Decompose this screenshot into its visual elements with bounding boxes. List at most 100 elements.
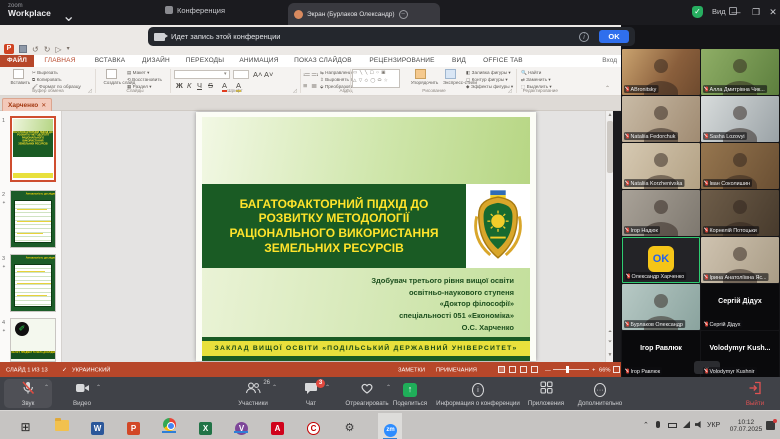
meeting-info-button[interactable]: i Информация о конференции [428,379,528,408]
close-icon[interactable]: ✕ [41,102,46,109]
reset-button[interactable]: ⟲ Восстановить [127,77,162,82]
zoom-taskbar-button[interactable]: zm [378,413,402,439]
save-icon[interactable] [19,45,27,53]
maximize-button[interactable]: ❐ [748,0,764,25]
tray-battery-icon[interactable] [668,423,677,439]
notes-button[interactable]: ЗАМЕТКИ [398,364,425,375]
minimize-share-icon[interactable]: − [399,10,408,19]
participant-tile-active[interactable]: OK Олександр Харченко [622,237,700,283]
participant-tile[interactable]: Бурлаков Олександр [622,284,700,330]
tray-network-icon[interactable] [683,421,690,439]
tab-office-tab[interactable]: OFFICE TAB [474,55,532,67]
fit-to-window-icon[interactable] [613,366,620,373]
tab-view[interactable]: ВИД [444,55,474,67]
sign-in-link[interactable]: Вход [602,55,617,67]
tray-expand-chevron[interactable]: ⌃ [643,411,649,439]
audio-button[interactable]: ⌃ Звук [4,379,52,408]
thumbnail-slide-2[interactable]: Актуальність дослідження [10,190,56,248]
video-button[interactable]: ⌃ Видео [58,379,106,408]
notification-center-icon[interactable] [766,421,775,439]
participant-tile[interactable]: Nataliia Korzhenivska [622,143,700,189]
new-slide-button[interactable]: Создать слайд [98,68,124,88]
word-icon[interactable]: W [90,418,105,433]
align-center-icon[interactable]: ≣ [311,81,317,90]
strikethrough-button[interactable]: S [208,81,213,90]
language-indicator[interactable]: УКРАИНСКИЙ [72,364,110,375]
quick-styles-button[interactable]: Экспресс-стили [438,68,462,88]
cut-button[interactable]: ✂ Вырезать [32,70,58,75]
slide-sorter-view-icon[interactable] [509,366,516,373]
participant-tile[interactable]: Алла Дмитрівна Чик... [701,49,779,95]
tab-conference[interactable]: Конференция [165,6,225,15]
zoom-workplace-menu[interactable]: zoom Workplace [8,3,51,18]
collapse-ribbon-icon[interactable]: ⌃ [605,85,610,92]
file-explorer-icon[interactable] [54,418,69,433]
scroll-up-icon[interactable]: ▲ [606,112,614,118]
normal-view-icon[interactable] [498,366,505,373]
thumbnail-slide-3[interactable]: Актуальність дослідження [10,254,56,312]
viber-icon[interactable]: V [234,418,249,433]
ok-button[interactable]: OK [599,30,629,43]
tab-home[interactable]: ГЛАВНАЯ [34,55,86,67]
layout-button[interactable]: ▤ Макет ▾ [127,70,149,75]
qat-customize-icon[interactable]: ▾ [67,45,70,54]
tray-language[interactable]: УКР [707,411,720,439]
bold-button[interactable]: Ж [176,81,183,90]
tray-clock[interactable]: 10:12 07.07.2025 [726,419,766,439]
tab-transitions[interactable]: ПЕРЕХОДЫ [178,55,232,67]
participant-tile[interactable]: Ігор Надюк [622,190,700,236]
shrink-font-icon[interactable]: А˅ [264,70,273,79]
participant-tile[interactable]: Ігор Равлюк Ігор Равлюк [622,331,700,377]
zoom-out-icon[interactable]: — [545,364,551,375]
red-c-app-icon[interactable]: C [306,418,321,433]
more-button[interactable]: ··· Дополнительно [568,379,632,408]
font-size-select[interactable] [233,70,249,79]
tray-volume-icon[interactable] [695,421,703,439]
minimize-button[interactable]: — [728,0,744,25]
find-button[interactable]: 🔍 Найти [521,70,541,75]
chrome-icon[interactable] [162,418,177,433]
thumbnail-slide-4[interactable]: ✐ ОБ'ЄКТ, ПРЕДМЕТ ТА МЕТА ДОСЛІДЖЕННЯ [10,318,56,362]
redo-icon[interactable]: ↻ [44,45,51,54]
shape-effects-button[interactable]: ◆ Эффекты фигуры ▾ [466,84,513,89]
excel-icon[interactable]: X [198,418,213,433]
participant-tile[interactable]: Ірина Анатоліївна Яс... [701,237,779,283]
scrollbar-thumb[interactable] [607,121,613,173]
start-button[interactable]: ⊞ [18,418,33,433]
participants-button[interactable]: 26 ⌃ Участники [224,379,282,408]
acrobat-icon[interactable]: A [270,418,285,433]
tab-slideshow[interactable]: ПОКАЗ СЛАЙДОВ [286,55,360,67]
replace-button[interactable]: ⇄ Заменить ▾ [521,77,551,82]
grow-font-icon[interactable]: А˄ [253,70,262,79]
tab-animations[interactable]: АНИМАЦИЯ [232,55,286,67]
scroll-down-icon[interactable]: ▼ [606,352,614,358]
participant-tile[interactable]: Корнелій Потоцьки [701,190,779,236]
italic-button[interactable]: К [187,81,191,90]
tab-file[interactable]: ФАЙЛ [0,55,34,67]
thumbnail-slide-1[interactable]: БАГАТОФАКТОРНИЙ ПІДХІД ДОРОЗВИТКУ МЕТОДО… [10,116,56,182]
settings-gear-icon[interactable]: ⚙ [342,418,357,433]
participant-tile[interactable]: ABronitsky [622,49,700,95]
info-icon[interactable]: i [579,32,589,42]
dialog-launcher-icon[interactable]: ◿ [344,88,348,94]
numbering-icon[interactable]: ≕ [311,70,319,79]
participant-tile[interactable]: Nataliia Fedorchuk [622,96,700,142]
proofing-icon[interactable]: ✓ [62,364,67,375]
start-slideshow-icon[interactable]: ▷ [55,45,61,54]
reading-view-icon[interactable] [520,366,527,373]
participant-tile[interactable]: Sasha Lozovyi [701,96,779,142]
align-left-icon[interactable]: ≡ [303,81,307,90]
participant-tile[interactable]: Volodymyr Kush... Volodymyr Kushnir [701,331,779,377]
chevron-down-icon[interactable]: ⌄ [62,9,75,25]
underline-button[interactable]: Ч [197,81,202,90]
zoom-percentage[interactable]: 66% [599,364,611,375]
powerpoint-taskbar-icon[interactable]: P [126,418,141,433]
chat-button[interactable]: 3 ⌃ Чат [290,379,332,408]
dialog-launcher-icon[interactable]: ◿ [508,88,512,94]
slideshow-view-icon[interactable] [531,366,538,373]
comments-button[interactable]: ПРИМЕЧАНИЯ [436,364,477,375]
security-shield-icon[interactable]: ✓ [692,6,703,18]
dialog-launcher-icon[interactable]: ◿ [293,88,297,94]
apps-button[interactable]: Приложения [520,379,572,408]
tab-review[interactable]: РЕЦЕНЗИРОВАНИЕ [360,55,444,67]
